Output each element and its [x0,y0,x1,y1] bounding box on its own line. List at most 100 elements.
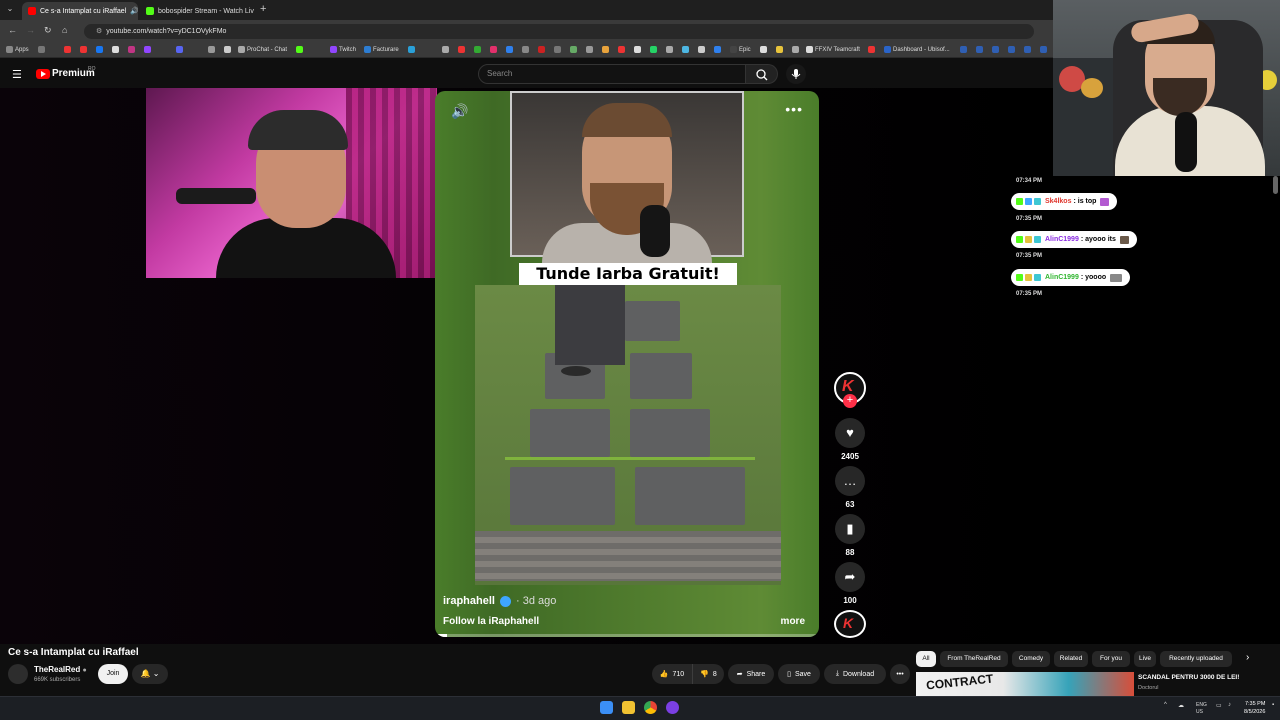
reload-icon[interactable]: ↻ [44,25,52,36]
language-indicator[interactable]: ENG US [1196,702,1207,716]
bookmark-icon[interactable] [586,46,593,53]
bookmark-icon[interactable] [792,46,799,53]
bookmark-twitch[interactable]: Twitch [330,46,356,53]
cloud-icon[interactable]: ☁ [1178,702,1184,709]
more-options-icon[interactable]: ••• [785,101,803,117]
bookmark-icon[interactable] [868,46,875,53]
channel-avatar[interactable] [8,664,28,684]
bookmark-epic[interactable]: Epic [730,46,751,53]
url-field[interactable]: ⚙ youtube.com/watch?v=yDC1OVykFMo [84,24,1034,39]
bookmark-icon[interactable] [554,46,561,53]
notification-icon[interactable]: ▪ [1272,702,1274,708]
recommended-channel[interactable]: Doctorul [1138,685,1158,691]
comment-icon[interactable]: … [835,466,865,496]
voice-search-button[interactable] [786,64,806,84]
bookmark-icon[interactable] [506,46,513,53]
chip-all[interactable]: All [916,651,936,667]
facebook-icon[interactable] [96,46,103,53]
bookmark-ffxiv[interactable]: FFXIV Teamcraft [806,46,860,53]
home-icon[interactable]: ⌂ [62,25,67,35]
bookmark-icon[interactable] [992,46,999,53]
speaker-icon[interactable]: 🔊 [130,7,138,15]
whatsapp-icon[interactable] [650,46,657,53]
like-action[interactable]: ♥ 2405 [830,418,870,461]
chip-recently-uploaded[interactable]: Recently uploaded [1160,651,1232,667]
chevron-right-icon[interactable]: › [1246,652,1249,663]
bookmark-icon[interactable] [698,46,705,53]
bookmark-icon[interactable] [458,46,465,53]
kick-icon[interactable] [296,46,303,53]
bookmark-icon[interactable] [1040,46,1047,53]
volume-icon[interactable]: ♪ [1228,702,1231,708]
bookmark-icon[interactable] [442,46,449,53]
grid-icon[interactable] [38,46,45,53]
bookmark-icon[interactable] [618,46,625,53]
share-icon[interactable]: ➦ [835,562,865,592]
bookmark-icon[interactable] [80,46,87,53]
bookmark-icon[interactable] [224,46,231,53]
bookmark-icon[interactable] [714,46,721,53]
save-button[interactable]: ▯ Save [778,664,820,684]
tab-search-icon[interactable]: ⌄ [4,4,16,16]
app-icon[interactable] [666,701,679,714]
share-button[interactable]: ➦ Share [728,664,774,684]
bookmark-icon[interactable] [960,46,967,53]
save-action[interactable]: ▮ 88 [830,514,870,557]
menu-icon[interactable]: ☰ [12,68,22,81]
bookmark-icon[interactable] [976,46,983,53]
chat-scrollbar[interactable] [1273,176,1278,194]
more-link[interactable]: more [781,616,805,627]
bookmark-icon[interactable] [64,46,71,53]
recommended-thumbnail[interactable]: CONTRACT [916,672,1134,696]
bookmark-icon[interactable] [760,46,767,53]
browser-tab-youtube[interactable]: Ce s-a Intamplat cu iRaffael 🔊 × [22,2,138,20]
download-button[interactable]: ⤓ Download [824,664,886,684]
sound-avatar[interactable]: K [834,610,866,638]
recommended-title[interactable]: SCANDAL PENTRU 3000 DE LEI! [1138,674,1239,681]
new-tab-button[interactable]: + [260,3,266,15]
bookmark-icon[interactable] [570,46,577,53]
bookmark-facturare[interactable]: Facturare [364,46,399,53]
bookmark-icon[interactable] [634,46,641,53]
comment-action[interactable]: … 63 [830,466,870,509]
heart-icon[interactable]: ♥ [835,418,865,448]
x-icon[interactable] [112,46,119,53]
volume-icon[interactable]: 🔊 [451,103,468,120]
youtube-logo-icon[interactable] [36,69,50,79]
search-button[interactable] [746,64,778,84]
bookmark-icon[interactable] [1008,46,1015,53]
bookmark-icon[interactable] [538,46,545,53]
bookmark-icon[interactable] [666,46,673,53]
author-name[interactable]: iraphahell [443,595,495,607]
shorts-player[interactable]: Tunde Iarba Gratuit! 🔊 ••• iraphahell · … [435,91,819,637]
bookmark-apps[interactable]: Apps [6,46,29,53]
subscribe-plus-icon[interactable]: + [843,394,857,408]
bookmark-icon[interactable] [208,46,215,53]
more-actions-button[interactable]: ••• [890,664,910,684]
short-author[interactable]: iraphahell · 3d ago [443,595,556,607]
bookmark-prochat[interactable]: ProChat - Chat [238,46,287,53]
bookmark-icon[interactable] [602,46,609,53]
bookmark-icon[interactable] [474,46,481,53]
notifications-button[interactable]: 🔔 ⌄ [132,664,168,684]
system-clock[interactable]: 7:35 PM 8/5/2026 [1244,700,1265,716]
chip-live[interactable]: Live [1134,651,1156,667]
join-button[interactable]: Join [98,664,128,684]
windows-start-icon[interactable] [600,701,613,714]
channel-name-text[interactable]: TheRealRed [34,665,80,674]
chip-comedy[interactable]: Comedy [1012,651,1050,667]
search-input[interactable]: Search [478,64,746,84]
short-progress-bar[interactable] [435,634,819,637]
bookmark-icon[interactable] [1024,46,1031,53]
bookmark-dashboard[interactable]: Dashboard - Ubisof... [884,46,950,53]
forward-icon[interactable]: → [26,25,35,35]
chip-from-channel[interactable]: From TheRealRed [940,651,1008,667]
bookmark-icon[interactable] [776,46,783,53]
dislike-button[interactable]: 👎 8 [692,664,724,684]
site-info-icon[interactable]: ⚙ [96,28,102,35]
bookmark-icon[interactable] [144,46,151,53]
like-button[interactable]: 👍 710 [652,664,692,684]
instagram-icon[interactable] [128,46,135,53]
file-explorer-icon[interactable] [622,701,635,714]
channel-name[interactable]: TheRealRed ● [34,665,87,674]
